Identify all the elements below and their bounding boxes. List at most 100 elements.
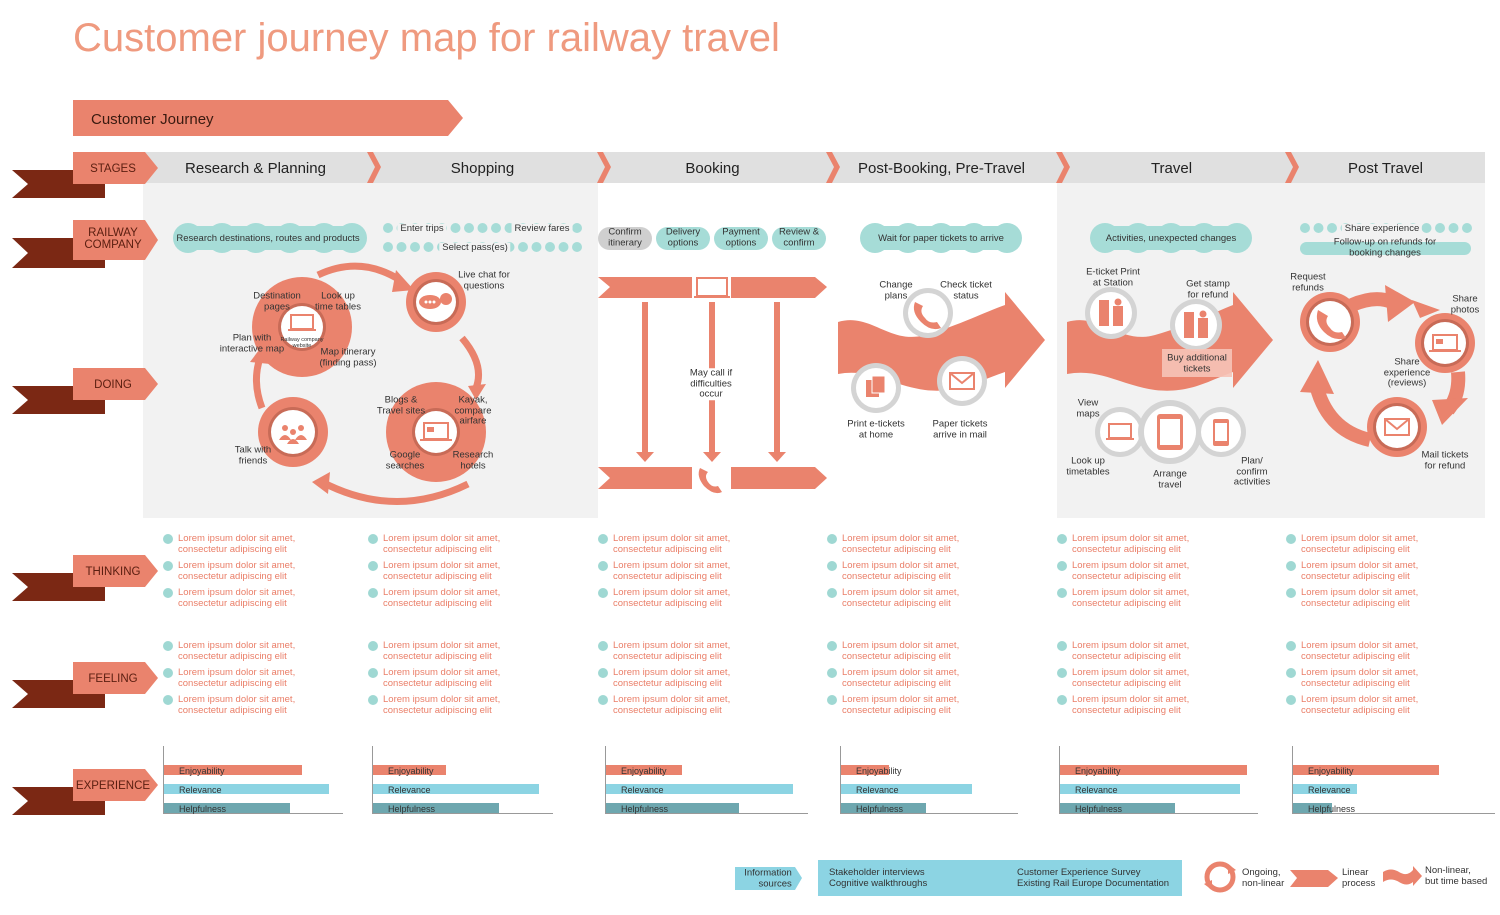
thinking-text: Lorem ipsum dolor sit amet, consectetur … (1301, 587, 1419, 609)
feeling-text: Lorem ipsum dolor sit amet, consectetur … (1072, 640, 1190, 662)
bullet-icon (163, 668, 173, 678)
dot (1313, 223, 1324, 233)
dot (1421, 223, 1432, 233)
dot (1327, 223, 1337, 233)
bullet-icon (598, 641, 608, 651)
doing-lookup-timetables-travel: Look up timetables (1066, 455, 1110, 477)
thinking-text: Lorem ipsum dolor sit amet, consectetur … (842, 560, 960, 582)
doing-share-photos: Share photos (1450, 293, 1480, 315)
experience-bar-label: Relevance (1075, 785, 1118, 795)
customer-journey-label: Customer Journey (91, 111, 214, 128)
thinking-text: Lorem ipsum dolor sit amet, consectetur … (613, 560, 731, 582)
stage-travel: Travel (1150, 160, 1193, 177)
ongoing-legend-icon (1204, 861, 1236, 893)
thinking-text: Lorem ipsum dolor sit amet, consectetur … (178, 533, 296, 555)
railway-research: Research destinations, routes and produc… (176, 232, 360, 244)
feeling-item: Lorem ipsum dolor sit amet, consectetur … (827, 667, 960, 689)
doing-eticket-station: E-ticket Print at Station (1086, 266, 1140, 288)
thinking-item: Lorem ipsum dolor sit amet, consectetur … (827, 560, 960, 582)
doing-may-call: May call if difficulties occur (689, 367, 733, 400)
feeling-item: Lorem ipsum dolor sit amet, consectetur … (163, 694, 295, 716)
doing-friends: Talk with friends (234, 444, 272, 466)
bullet-icon (827, 695, 837, 705)
thinking-item: Lorem ipsum dolor sit amet, consectetur … (163, 587, 296, 609)
row-label-stages: STAGES (90, 163, 136, 175)
dot (464, 223, 474, 233)
dot (477, 223, 488, 233)
feeling-item: Lorem ipsum dolor sit amet, consectetur … (1057, 640, 1190, 662)
legend-linear: Linear process (1342, 867, 1376, 889)
dot (423, 242, 434, 252)
feeling-text: Lorem ipsum dolor sit amet, consectetur … (383, 694, 501, 716)
feeling-item: Lorem ipsum dolor sit amet, consectetur … (368, 667, 501, 689)
railway-payment-options: Payment options (722, 226, 760, 248)
feeling-item: Lorem ipsum dolor sit amet, consectetur … (1057, 694, 1190, 716)
bullet-icon (827, 641, 837, 651)
feeling-item: Lorem ipsum dolor sit amet, consectetur … (368, 640, 500, 662)
doing-kayak: Kayak, compare airfare (454, 394, 492, 427)
feeling-text: Lorem ipsum dolor sit amet, consectetur … (842, 640, 960, 662)
feeling-text: Lorem ipsum dolor sit amet, consectetur … (613, 667, 731, 689)
feeling-item: Lorem ipsum dolor sit amet, consectetur … (1286, 640, 1418, 662)
thinking-text: Lorem ipsum dolor sit amet, consectetur … (842, 587, 960, 609)
experience-bar-label: Helpfulness (388, 804, 436, 814)
railway-select-passes: Select pass(es) (439, 242, 511, 254)
thinking-text: Lorem ipsum dolor sit amet, consectetur … (178, 587, 296, 609)
bullet-icon (1057, 641, 1067, 651)
dot (396, 242, 407, 252)
feeling-text: Lorem ipsum dolor sit amet, consectetur … (1072, 694, 1190, 716)
phone-icon (698, 468, 722, 494)
row-label-thinking: THINKING (85, 566, 141, 578)
thinking-item: Lorem ipsum dolor sit amet, consectetur … (827, 587, 960, 609)
doing-live-chat: Live chat for questions (458, 269, 510, 291)
feeling-item: Lorem ipsum dolor sit amet, consectetur … (598, 694, 730, 716)
feeling-item: Lorem ipsum dolor sit amet, consectetur … (1286, 694, 1418, 716)
thinking-text: Lorem ipsum dolor sit amet, consectetur … (383, 533, 501, 555)
doing-plan-activities: Plan/ confirm activities (1233, 455, 1271, 488)
experience-chart-5: Enjoyability Relevance Helpfulness (1292, 746, 1495, 814)
legend-ongoing: Ongoing, non-linear (1242, 867, 1285, 889)
thinking-text: Lorem ipsum dolor sit amet, consectetur … (383, 587, 501, 609)
thinking-item: Lorem ipsum dolor sit amet, consectetur … (1286, 533, 1419, 555)
thinking-text: Lorem ipsum dolor sit amet, consectetur … (842, 533, 960, 555)
feeling-item: Lorem ipsum dolor sit amet, consectetur … (1286, 667, 1419, 689)
thinking-text: Lorem ipsum dolor sit amet, consectetur … (613, 587, 731, 609)
experience-chart-3: Enjoyability Relevance Helpfulness (840, 746, 1018, 814)
bullet-icon (1057, 561, 1067, 571)
bullet-icon (827, 588, 837, 598)
doing-check-status: Check ticket status (940, 279, 992, 301)
experience-bar-label: Relevance (621, 785, 664, 795)
bullet-icon (1286, 668, 1296, 678)
doing-view-maps: View maps (1076, 397, 1100, 419)
dot (1435, 223, 1445, 233)
railway-delivery-options: Delivery options (665, 226, 701, 248)
bullet-icon (1057, 534, 1067, 544)
feeling-text: Lorem ipsum dolor sit amet, consectetur … (383, 667, 501, 689)
thinking-item: Lorem ipsum dolor sit amet, consectetur … (368, 533, 501, 555)
doing-website: Railway company website (280, 337, 324, 349)
dot (572, 242, 582, 252)
experience-bar-label: Relevance (388, 785, 431, 795)
doing-print-etickets: Print e-tickets at home (847, 418, 905, 440)
dot (531, 242, 542, 252)
legend-sources-right: Customer Experience Survey Existing Rail… (1017, 867, 1170, 889)
feeling-text: Lorem ipsum dolor sit amet, consectetur … (842, 667, 960, 689)
bullet-icon (368, 641, 378, 651)
stage-shopping: Shopping (450, 160, 515, 177)
thinking-item: Lorem ipsum dolor sit amet, consectetur … (598, 533, 730, 555)
experience-bar-label: Enjoyability (621, 766, 667, 776)
railway-enter-trips: Enter trips (397, 223, 447, 235)
railway-review-fares: Review fares (511, 223, 573, 235)
feeling-item: Lorem ipsum dolor sit amet, consectetur … (598, 667, 731, 689)
experience-bar-label: Enjoyability (856, 766, 902, 776)
feeling-text: Lorem ipsum dolor sit amet, consectetur … (1301, 667, 1419, 689)
stage-research: Research & Planning (185, 160, 326, 177)
thinking-text: Lorem ipsum dolor sit amet, consectetur … (1301, 533, 1419, 555)
feeling-text: Lorem ipsum dolor sit amet, consectetur … (613, 640, 731, 662)
experience-bar-label: Helpfulness (1308, 804, 1356, 814)
railway-share-experience: Share experience (1341, 223, 1423, 235)
thinking-item: Lorem ipsum dolor sit amet, consectetur … (1286, 587, 1419, 609)
experience-bar-label: Helpfulness (179, 804, 227, 814)
row-label-experience: EXPERIENCE (75, 780, 151, 792)
railway-activities: Activities, unexpected changes (1105, 232, 1237, 244)
